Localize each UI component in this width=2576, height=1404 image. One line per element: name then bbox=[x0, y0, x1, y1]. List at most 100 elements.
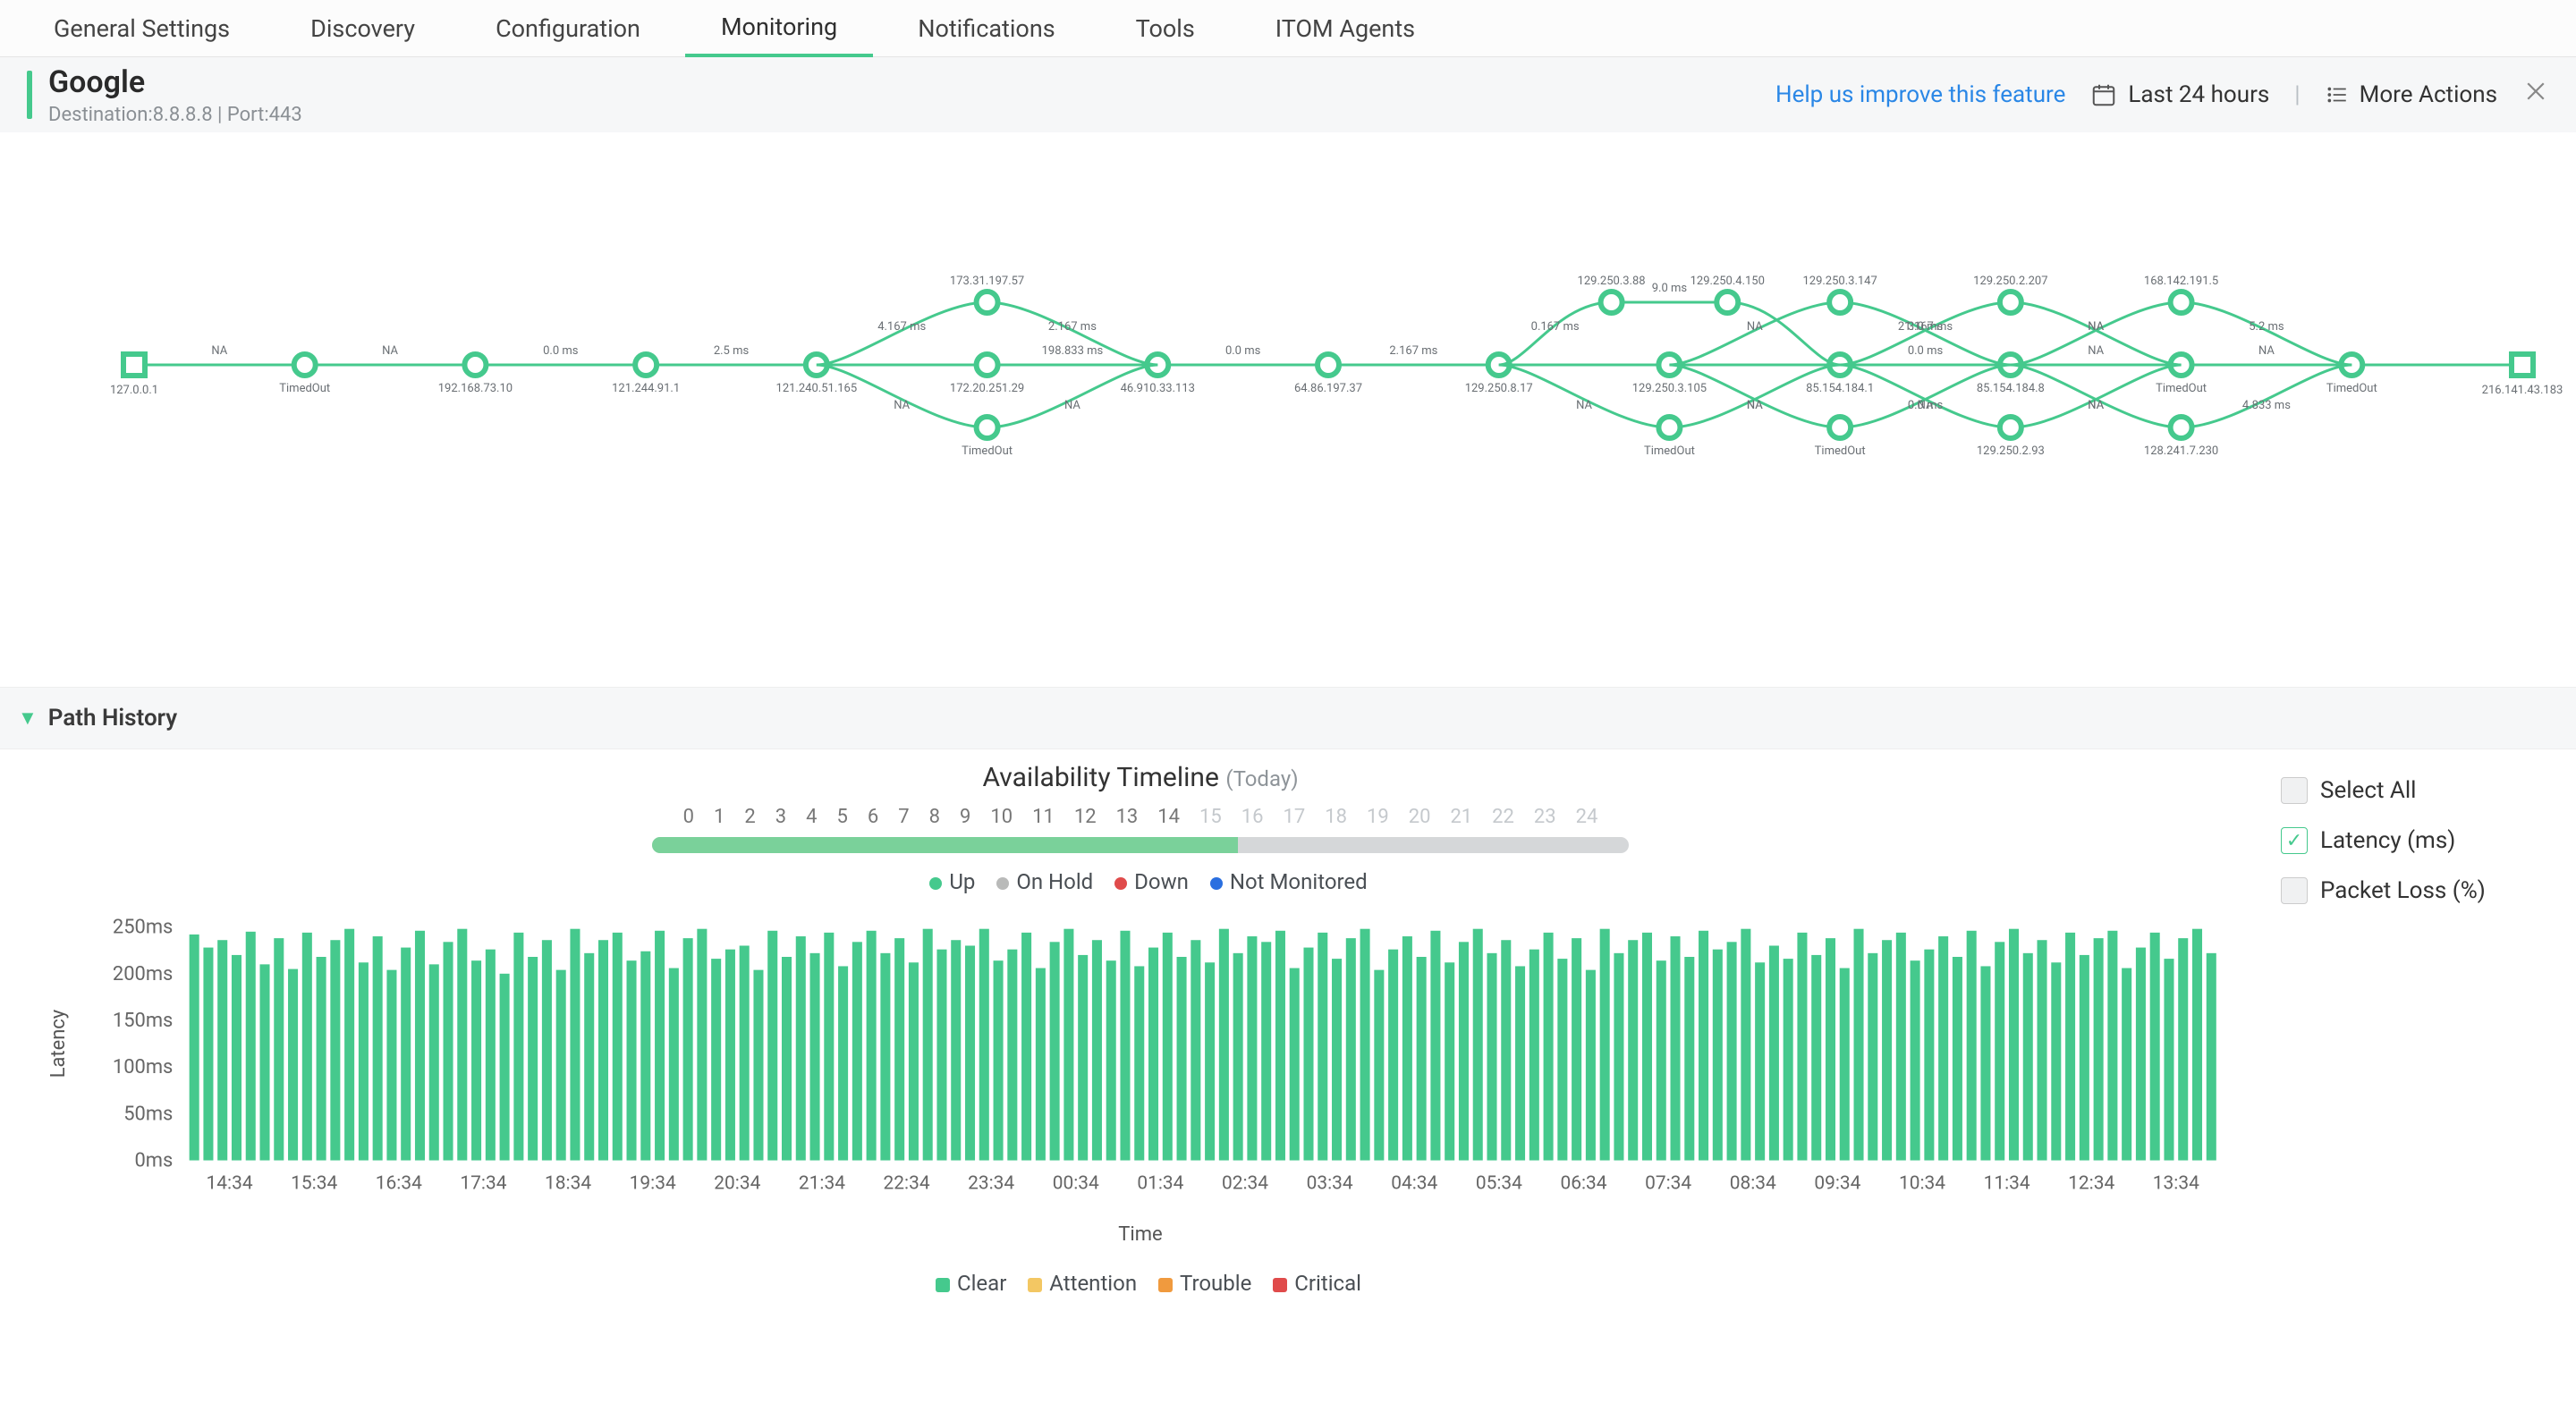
svg-text:0.0 ms: 0.0 ms bbox=[543, 344, 579, 358]
legend-dot-down bbox=[1114, 877, 1127, 890]
timeline-title: Availability Timeline (Today) bbox=[27, 762, 2254, 793]
timeline-bar[interactable] bbox=[652, 837, 1629, 853]
svg-text:150ms: 150ms bbox=[113, 1010, 173, 1032]
svg-text:01:34: 01:34 bbox=[1137, 1172, 1183, 1194]
svg-text:05:34: 05:34 bbox=[1476, 1172, 1522, 1194]
topology-graph: 127.0.0.1216.141.43.183TimedOutNA192.168… bbox=[0, 132, 2576, 687]
checkbox-icon bbox=[2281, 877, 2308, 904]
svg-text:172.20.251.29: 172.20.251.29 bbox=[950, 382, 1024, 395]
metric-checkboxes: Select All Latency (ms) Packet Loss (%) bbox=[2281, 762, 2549, 916]
legend-dot-notmon bbox=[1210, 877, 1223, 890]
svg-text:129.250.2.207: 129.250.2.207 bbox=[1973, 275, 2047, 288]
svg-text:5.2 ms: 5.2 ms bbox=[2249, 320, 2284, 334]
tab-tools[interactable]: Tools bbox=[1100, 0, 1231, 57]
svg-text:NA: NA bbox=[2088, 320, 2104, 334]
svg-text:18:34: 18:34 bbox=[545, 1172, 591, 1194]
svg-text:85.154.184.1: 85.154.184.1 bbox=[1806, 382, 1874, 395]
svg-text:129.250.4.150: 129.250.4.150 bbox=[1690, 275, 1765, 288]
svg-text:4.167 ms: 4.167 ms bbox=[877, 320, 926, 334]
tab-itom[interactable]: ITOM Agents bbox=[1240, 0, 1451, 57]
check-packet-loss[interactable]: Packet Loss (%) bbox=[2281, 866, 2549, 916]
time-range-picker[interactable]: Last 24 hours bbox=[2090, 81, 2269, 108]
svg-text:23:34: 23:34 bbox=[968, 1172, 1014, 1194]
svg-text:NA: NA bbox=[1576, 399, 1592, 412]
accent-bar bbox=[27, 71, 32, 119]
svg-text:Latency: Latency bbox=[47, 1009, 70, 1078]
svg-text:NA: NA bbox=[894, 399, 910, 412]
legend-sq-clear bbox=[936, 1278, 950, 1292]
svg-text:NA: NA bbox=[2088, 399, 2104, 412]
separator: | bbox=[2294, 81, 2300, 108]
svg-text:06:34: 06:34 bbox=[1560, 1172, 1606, 1194]
calendar-icon bbox=[2090, 81, 2117, 108]
close-button[interactable] bbox=[2522, 78, 2549, 112]
svg-text:128.241.7.230: 128.241.7.230 bbox=[2144, 444, 2218, 458]
tab-general[interactable]: General Settings bbox=[18, 0, 266, 57]
legend-attention: Attention bbox=[1049, 1271, 1137, 1296]
svg-text:129.250.2.93: 129.250.2.93 bbox=[1977, 444, 2045, 458]
check-select-all[interactable]: Select All bbox=[2281, 765, 2549, 816]
check-packet-loss-label: Packet Loss (%) bbox=[2320, 877, 2486, 904]
svg-text:129.250.3.147: 129.250.3.147 bbox=[1802, 275, 1877, 288]
svg-text:21:34: 21:34 bbox=[799, 1172, 845, 1194]
svg-text:NA: NA bbox=[1064, 399, 1080, 412]
svg-text:173.31.197.57: 173.31.197.57 bbox=[950, 275, 1024, 288]
legend-hold: On Hold bbox=[1016, 869, 1093, 894]
svg-text:TimedOut: TimedOut bbox=[1815, 444, 1866, 458]
legend-dot-hold bbox=[996, 877, 1009, 890]
more-actions-button[interactable]: More Actions bbox=[2326, 81, 2497, 108]
help-improve-link[interactable]: Help us improve this feature bbox=[1775, 81, 2065, 108]
svg-text:129.250.3.105: 129.250.3.105 bbox=[1632, 382, 1707, 395]
legend-dot-up bbox=[929, 877, 942, 890]
svg-text:127.0.0.1: 127.0.0.1 bbox=[110, 384, 158, 397]
caret-down-icon: ▼ bbox=[18, 706, 38, 730]
svg-text:121.240.51.165: 121.240.51.165 bbox=[776, 382, 858, 395]
svg-text:10:34: 10:34 bbox=[1899, 1172, 1945, 1194]
checkbox-icon bbox=[2281, 827, 2308, 854]
legend-sq-attention bbox=[1028, 1278, 1042, 1292]
checkbox-icon bbox=[2281, 777, 2308, 804]
svg-text:19:34: 19:34 bbox=[630, 1172, 676, 1194]
svg-text:TimedOut: TimedOut bbox=[2156, 382, 2207, 395]
svg-text:46.910.33.113: 46.910.33.113 bbox=[1121, 382, 1195, 395]
svg-text:0.0 ms: 0.0 ms bbox=[1225, 344, 1261, 358]
tab-monitoring[interactable]: Monitoring bbox=[685, 0, 873, 57]
svg-text:TimedOut: TimedOut bbox=[279, 382, 330, 395]
svg-text:2.167 ms: 2.167 ms bbox=[1048, 320, 1097, 334]
svg-text:0ms: 0ms bbox=[135, 1150, 174, 1172]
svg-text:2.167 ms: 2.167 ms bbox=[1389, 344, 1437, 358]
svg-text:198.833 ms: 198.833 ms bbox=[1042, 344, 1104, 358]
tab-configuration[interactable]: Configuration bbox=[460, 0, 676, 57]
svg-text:2.5 ms: 2.5 ms bbox=[714, 344, 750, 358]
svg-text:12:34: 12:34 bbox=[2068, 1172, 2114, 1194]
svg-text:NA: NA bbox=[1747, 320, 1763, 334]
svg-text:NA: NA bbox=[1747, 399, 1763, 412]
svg-text:04:34: 04:34 bbox=[1391, 1172, 1437, 1194]
svg-text:50ms: 50ms bbox=[123, 1103, 173, 1125]
svg-text:0.167 ms: 0.167 ms bbox=[1531, 320, 1580, 334]
latency-chart[interactable]: 0ms50ms100ms150ms200ms250msLatency14:341… bbox=[27, 910, 2254, 1246]
time-range-label: Last 24 hours bbox=[2128, 81, 2269, 108]
svg-text:168.142.191.5: 168.142.191.5 bbox=[2144, 275, 2218, 288]
svg-text:20:34: 20:34 bbox=[714, 1172, 760, 1194]
svg-text:NA: NA bbox=[382, 344, 398, 358]
check-latency[interactable]: Latency (ms) bbox=[2281, 816, 2549, 866]
svg-text:NA: NA bbox=[2258, 344, 2275, 358]
path-history-header[interactable]: ▼ Path History bbox=[0, 687, 2576, 749]
svg-text:85.154.184.8: 85.154.184.8 bbox=[1977, 382, 2045, 395]
page-subheader: Google Destination:8.8.8.8 | Port:443 He… bbox=[0, 57, 2576, 132]
svg-text:TimedOut: TimedOut bbox=[1644, 444, 1695, 458]
svg-text:64.86.197.37: 64.86.197.37 bbox=[1294, 382, 1362, 395]
legend-sq-critical bbox=[1273, 1278, 1287, 1292]
svg-text:13:34: 13:34 bbox=[2153, 1172, 2199, 1194]
tab-notifications[interactable]: Notifications bbox=[882, 0, 1090, 57]
severity-legend: Clear Attention Trouble Critical bbox=[27, 1271, 2254, 1296]
svg-text:02:34: 02:34 bbox=[1222, 1172, 1268, 1194]
tab-discovery[interactable]: Discovery bbox=[275, 0, 451, 57]
legend-sq-trouble bbox=[1158, 1278, 1173, 1292]
svg-text:17:34: 17:34 bbox=[460, 1172, 506, 1194]
svg-text:NA: NA bbox=[211, 344, 227, 358]
svg-text:22:34: 22:34 bbox=[884, 1172, 930, 1194]
topology-canvas[interactable]: 127.0.0.1216.141.43.183TimedOutNA192.168… bbox=[0, 132, 2576, 687]
legend-notmon: Not Monitored bbox=[1230, 869, 1368, 894]
